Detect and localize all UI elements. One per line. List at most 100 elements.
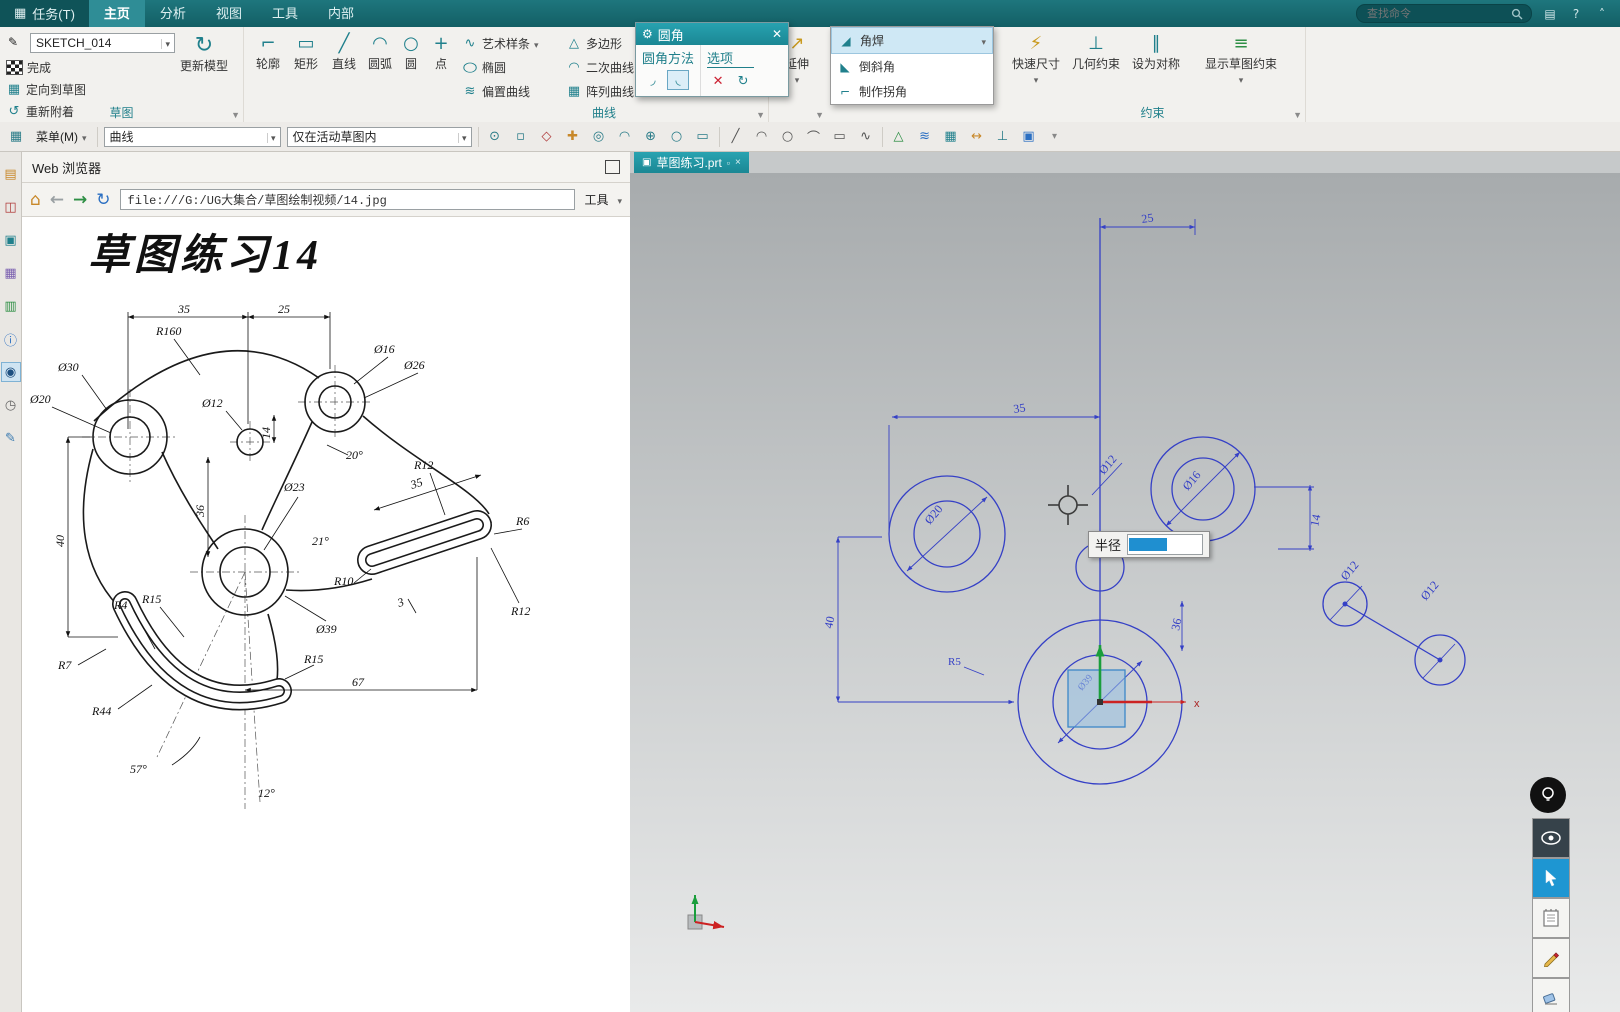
pin-icon[interactable]: ▫ [727, 158, 730, 168]
selected-region[interactable] [1067, 669, 1126, 728]
dim-label[interactable]: 14 [1307, 513, 1323, 528]
sketch-dimension-labels[interactable]: 25 35 40 Ø20 Ø16 Ø12 14 Ø39 36 R5 Ø12 Ø1… [821, 210, 1441, 692]
refresh-icon[interactable]: ↻ [96, 190, 110, 210]
constraint-navigator-icon[interactable]: ◫ [1, 197, 21, 217]
finish-sketch-button[interactable]: 完成 [6, 59, 51, 76]
pen-button[interactable] [1532, 938, 1570, 978]
circle-tool-icon[interactable]: ○ [778, 127, 798, 147]
wcs-origin[interactable] [1097, 699, 1103, 705]
offset-curve-tool-icon[interactable]: ≋ [915, 127, 935, 147]
sketch-name-combo[interactable]: SKETCH_014 [30, 33, 175, 53]
chevron-down-icon[interactable] [534, 37, 539, 51]
group-launcher-icon[interactable] [1293, 110, 1302, 120]
center-snap-icon[interactable]: ◎ [589, 127, 609, 147]
close-icon[interactable]: × [735, 157, 741, 168]
dim-label[interactable]: Ø12 [1338, 558, 1362, 583]
address-input[interactable] [125, 191, 570, 208]
dim-label[interactable]: Ø16 [1180, 468, 1204, 493]
intersection-snap-icon[interactable]: ✚ [563, 127, 583, 147]
point-button[interactable]: + 点 [428, 33, 454, 72]
geometric-constraint-tool-icon[interactable]: ⊥ [993, 127, 1013, 147]
cursor-button[interactable] [1532, 858, 1570, 898]
menu-item-chamfer[interactable]: ◣ 倒斜角 [831, 54, 993, 79]
part-navigator-icon[interactable]: ▣ [1, 230, 21, 250]
endpoint-snap-icon[interactable]: ▫ [511, 127, 531, 147]
command-search-box[interactable] [1356, 4, 1532, 23]
fillet-dialog-titlebar[interactable]: ⚙ 圆角 ✕ [636, 23, 788, 45]
midpoint-snap-icon[interactable]: ◇ [537, 127, 557, 147]
home-icon[interactable]: ⌂ [30, 190, 41, 210]
dim-label[interactable]: 40 [821, 615, 837, 630]
tab-tools[interactable]: 工具 [257, 0, 313, 27]
display-constraint-tool-icon[interactable]: ▣ [1019, 127, 1039, 147]
info-icon[interactable]: ⓘ [1, 329, 21, 349]
existing-point-snap-icon[interactable]: ⊕ [641, 127, 661, 147]
search-icon[interactable] [1511, 8, 1523, 20]
dim-label[interactable]: Ø20 [922, 502, 946, 527]
maximize-icon[interactable] [605, 160, 620, 174]
reuse-library-icon[interactable]: ▦ [1, 263, 21, 283]
arc-tool-icon[interactable]: ◠ [752, 127, 772, 147]
tab-view[interactable]: 视图 [201, 0, 257, 27]
profile-button[interactable]: ⌐ 轮廓 [248, 33, 288, 72]
line-tool-icon[interactable]: ╱ [726, 127, 746, 147]
tab-task[interactable]: ▦ 任务(T) [0, 0, 89, 27]
tab-analysis[interactable]: 分析 [145, 0, 201, 27]
web-browser-icon[interactable]: ◉ [0, 362, 21, 382]
scope-filter-combo[interactable]: 仅在活动草图内 [286, 126, 472, 147]
orient-to-sketch-button[interactable]: ▦ 定向到草图 [6, 81, 86, 98]
radius-input[interactable] [1127, 534, 1203, 555]
forward-icon[interactable]: → [73, 190, 87, 210]
ribbon-options-icon[interactable]: ▤ [1542, 7, 1558, 21]
chevron-down-icon[interactable] [617, 193, 622, 207]
part-tab[interactable]: ▣ 草图练习.prt ▫ × [634, 152, 749, 173]
chevron-down-icon[interactable] [454, 130, 469, 144]
chevron-down-icon[interactable] [795, 72, 800, 86]
group-launcher-icon[interactable] [815, 110, 824, 120]
chevron-down-icon[interactable] [263, 130, 278, 144]
hint-lightbulb-button[interactable] [1530, 777, 1566, 813]
update-model-button[interactable]: ↻ 更新模型 [172, 35, 236, 74]
roles-icon[interactable]: ✎ [1, 428, 21, 448]
tab-internal[interactable]: 内部 [313, 0, 369, 27]
eraser-button[interactable] [1532, 978, 1570, 1012]
sketch-dimension-lines[interactable] [835, 219, 1456, 744]
geometric-constraint-button[interactable]: ⊥ 几何约束 [1068, 33, 1124, 72]
notepad-button[interactable] [1532, 898, 1570, 938]
ellipse-button[interactable]: ○ 椭圆 [462, 59, 506, 76]
pattern-curve-tool-icon[interactable]: ▦ [941, 127, 961, 147]
point-on-curve-snap-icon[interactable]: ○ [667, 127, 687, 147]
address-bar[interactable] [119, 189, 576, 210]
dim-label[interactable]: 35 [1012, 400, 1026, 416]
menu-item-make-corner[interactable]: ⌐ 制作拐角 [831, 79, 993, 104]
chevron-down-icon[interactable] [157, 36, 172, 50]
group-launcher-icon[interactable] [231, 110, 240, 120]
fillet-trim-icon[interactable]: ◞ [642, 70, 664, 90]
chevron-down-icon[interactable] [1239, 72, 1244, 86]
quick-dimension-button[interactable]: ⚡ 快速尺寸 [1008, 33, 1064, 86]
spline-tool-icon[interactable]: ∿ [856, 127, 876, 147]
alternate-fillet-icon[interactable]: ↻ [732, 71, 754, 91]
history-icon[interactable]: ◷ [1, 395, 21, 415]
command-search-input[interactable] [1365, 6, 1511, 21]
menu-item-corner-weld[interactable]: ◢ 角焊 [831, 27, 993, 54]
polygon-button[interactable]: △ 多边形 [566, 35, 622, 52]
display-sketch-constraints-button[interactable]: ≡ 显示草图约束 [1190, 33, 1292, 86]
sketch-graphics[interactable]: 25 35 40 Ø20 Ø16 Ø12 14 Ø39 36 R5 Ø12 Ø1… [630, 173, 1620, 1012]
chevron-down-icon[interactable] [981, 34, 986, 48]
help-icon[interactable]: ? [1568, 7, 1584, 21]
polygon-tool-icon[interactable]: △ [889, 127, 909, 147]
snap-point-icon[interactable]: ⊙ [485, 127, 505, 147]
dim-label[interactable]: Ø12 [1418, 578, 1442, 603]
quadrant-snap-icon[interactable]: ◠ [615, 127, 635, 147]
rectangle-button[interactable]: ▭ 矩形 [286, 33, 326, 72]
more-tools-icon[interactable]: ▾ [1045, 127, 1065, 147]
menu-button[interactable]: 菜单(M) [32, 126, 91, 147]
group-launcher-icon[interactable] [756, 110, 765, 120]
conic-button[interactable]: ◠ 二次曲线 [566, 59, 634, 76]
point-on-surface-snap-icon[interactable]: ▭ [693, 127, 713, 147]
viewport-canvas[interactable]: 25 35 40 Ø20 Ø16 Ø12 14 Ø39 36 R5 Ø12 Ø1… [630, 173, 1620, 1012]
fillet-no-trim-icon[interactable]: ◟ [667, 70, 689, 90]
dim-label[interactable]: R5 [948, 656, 961, 668]
type-filter-combo[interactable]: 曲线 [103, 126, 281, 147]
